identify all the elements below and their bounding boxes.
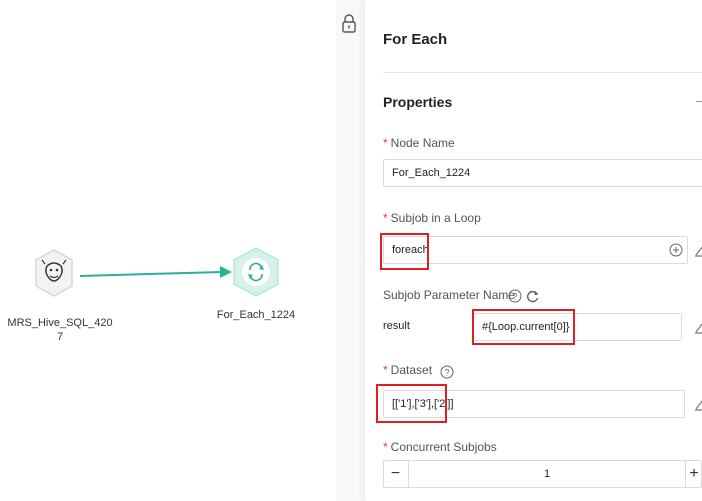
- collapse-dash-icon[interactable]: [696, 101, 702, 102]
- subjob-param-label: Subjob Parameter Name: [383, 288, 515, 302]
- node-mrs-hive-sql[interactable]: [33, 248, 75, 298]
- hive-icon: [35, 249, 73, 297]
- dataset-label: * Dataset: [383, 363, 432, 377]
- highlight-box-dataset: [376, 384, 447, 423]
- required-mark: *: [383, 363, 388, 377]
- edit-icon[interactable]: [694, 320, 702, 334]
- required-mark: *: [383, 136, 388, 150]
- concurrent-value[interactable]: 1: [409, 460, 685, 488]
- help-icon[interactable]: ?: [508, 289, 522, 303]
- required-mark: *: [383, 440, 388, 454]
- plus-circle-icon[interactable]: [669, 243, 683, 257]
- node-label-hive-line2: 7: [56, 331, 64, 343]
- node-label-for-each: For_Each_1224: [216, 309, 296, 321]
- subjob-label: * Subjob in a Loop: [383, 211, 481, 225]
- concurrent-label-text: Concurrent Subjobs: [390, 440, 497, 454]
- required-mark: *: [383, 211, 388, 225]
- node-name-label: * Node Name: [383, 136, 455, 150]
- svg-text:?: ?: [512, 292, 517, 302]
- help-icon[interactable]: ?: [440, 365, 454, 379]
- node-name-input[interactable]: For_Each_1224: [383, 159, 702, 187]
- param-name: result: [383, 320, 410, 332]
- node-label-hive: MRS_Hive_SQL_420 7: [0, 317, 120, 343]
- edit-icon[interactable]: [694, 397, 702, 411]
- concurrent-label: * Concurrent Subjobs: [383, 440, 497, 454]
- node-for-each[interactable]: [231, 246, 281, 298]
- properties-panel: For Each Properties * Node Name For_Each_…: [365, 0, 702, 501]
- node-name-label-text: Node Name: [390, 136, 455, 150]
- section-title: Properties: [383, 94, 453, 110]
- refresh-icon[interactable]: [526, 289, 540, 303]
- node-label-hive-line1: MRS_Hive_SQL_420: [7, 317, 113, 329]
- subjob-label-text: Subjob in a Loop: [390, 211, 481, 225]
- panel-title: For Each: [383, 31, 448, 48]
- panel-side-strip: [336, 0, 365, 501]
- decrement-button[interactable]: −: [383, 460, 409, 488]
- subjob-param-label-text: Subjob Parameter Name: [383, 288, 516, 302]
- loop-icon: [233, 247, 279, 297]
- svg-text:?: ?: [444, 368, 449, 378]
- edit-icon[interactable]: [694, 243, 702, 257]
- highlight-box-subjob: [380, 233, 429, 270]
- highlight-box-param: [472, 309, 575, 345]
- workflow-canvas[interactable]: MRS_Hive_SQL_420 7 For_Each_1224: [0, 0, 365, 501]
- dataset-label-text: Dataset: [390, 363, 433, 377]
- node-name-value: For_Each_1224: [392, 167, 471, 179]
- increment-button[interactable]: +: [685, 460, 702, 488]
- lock-icon[interactable]: [341, 14, 357, 34]
- divider: [383, 72, 702, 73]
